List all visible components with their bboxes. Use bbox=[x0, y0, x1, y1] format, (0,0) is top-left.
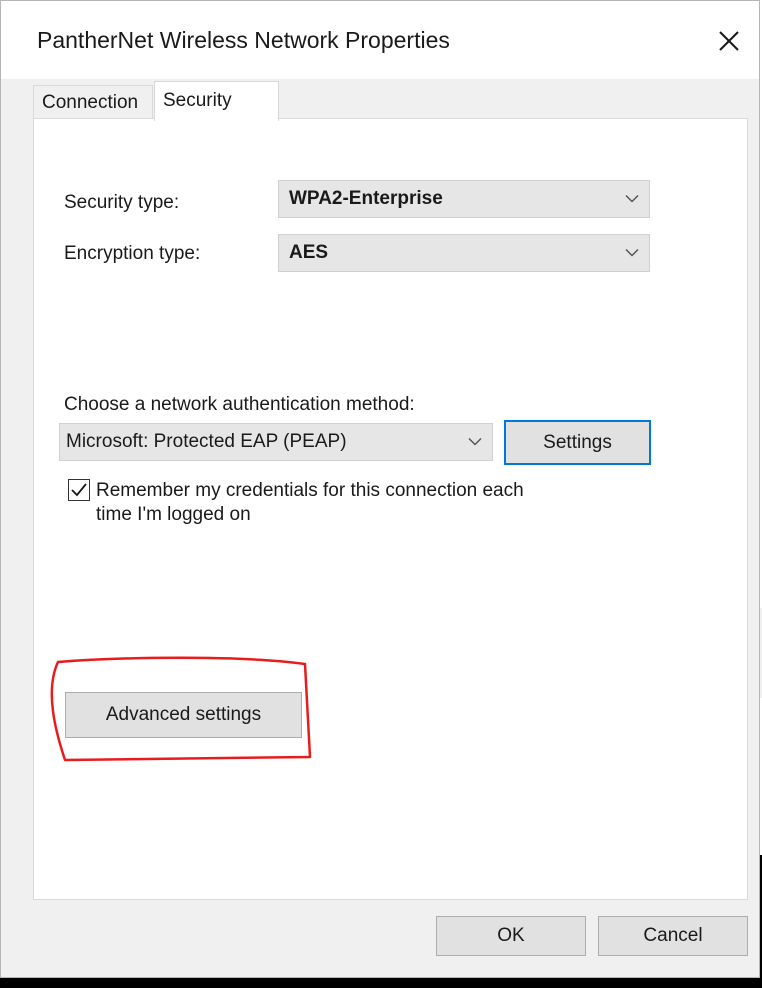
title-bar: PantherNet Wireless Network Properties bbox=[1, 1, 759, 79]
encryption-type-value: AES bbox=[289, 242, 329, 263]
tab-connection[interactable]: Connection bbox=[33, 85, 153, 119]
encryption-type-label: Encryption type: bbox=[64, 243, 201, 264]
chevron-down-icon bbox=[468, 437, 482, 446]
security-type-value: WPA2-Enterprise bbox=[289, 188, 443, 209]
security-tab-panel: Security type: WPA2-Enterprise Encryptio… bbox=[33, 118, 748, 900]
tab-security[interactable]: Security bbox=[154, 81, 279, 121]
remember-credentials-line1: Remember my credentials for this connect… bbox=[96, 480, 524, 501]
close-icon bbox=[719, 31, 739, 51]
network-properties-dialog: PantherNet Wireless Network Properties C… bbox=[0, 0, 760, 978]
security-type-label: Security type: bbox=[64, 192, 180, 213]
ok-button[interactable]: OK bbox=[436, 916, 586, 956]
auth-method-label: Choose a network authentication method: bbox=[64, 394, 415, 415]
window-title: PantherNet Wireless Network Properties bbox=[37, 27, 450, 53]
remember-credentials-label: Remember my credentials for this connect… bbox=[96, 479, 524, 527]
chevron-down-icon bbox=[625, 248, 639, 257]
auth-method-dropdown[interactable]: Microsoft: Protected EAP (PEAP) bbox=[59, 423, 493, 461]
checkmark-icon bbox=[71, 483, 87, 497]
close-button[interactable] bbox=[699, 15, 759, 67]
encryption-type-dropdown[interactable]: AES bbox=[278, 234, 650, 272]
cancel-button[interactable]: Cancel bbox=[598, 916, 748, 956]
remember-credentials-checkbox[interactable] bbox=[68, 479, 90, 501]
auth-method-value: Microsoft: Protected EAP (PEAP) bbox=[66, 431, 347, 452]
security-type-dropdown[interactable]: WPA2-Enterprise bbox=[278, 180, 650, 218]
advanced-settings-button[interactable]: Advanced settings bbox=[65, 692, 302, 738]
remember-credentials-line2: time I'm logged on bbox=[96, 504, 251, 525]
chevron-down-icon bbox=[625, 194, 639, 203]
settings-button[interactable]: Settings bbox=[504, 420, 651, 465]
